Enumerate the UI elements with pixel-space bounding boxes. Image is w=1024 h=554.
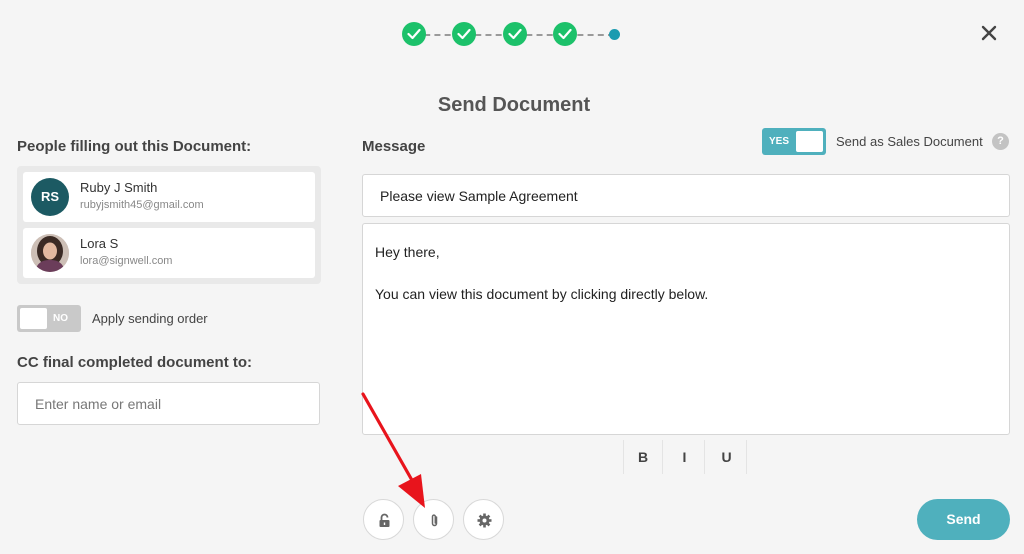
bold-button[interactable]: B	[623, 440, 663, 474]
toggle-knob	[20, 308, 47, 329]
step-complete-icon	[452, 22, 476, 46]
toggle-knob	[796, 131, 823, 152]
signer-name: Ruby J Smith	[80, 180, 158, 195]
list-item[interactable]: Lora S lora@signwell.com	[23, 228, 315, 278]
step-complete-icon	[402, 22, 426, 46]
avatar	[31, 234, 69, 272]
paperclip-icon	[431, 514, 438, 527]
sales-document-label: Send as Sales Document	[836, 134, 983, 149]
people-section-label: People filling out this Document:	[17, 138, 252, 155]
subject-input[interactable]	[362, 174, 1010, 217]
avatar-photo-icon	[31, 234, 69, 272]
step-complete-icon	[503, 22, 527, 46]
close-icon[interactable]	[978, 22, 1000, 44]
page-title: Send Document	[437, 94, 591, 116]
lock-icon	[379, 513, 390, 527]
signers-list: RS Ruby J Smith rubyjsmith45@gmail.com L…	[17, 166, 321, 284]
underline-button[interactable]: U	[707, 440, 747, 474]
message-line: Hey there,	[375, 244, 440, 260]
list-item[interactable]: RS Ruby J Smith rubyjsmith45@gmail.com	[23, 172, 315, 222]
sales-document-toggle[interactable]: YES	[762, 128, 826, 155]
step-complete-icon	[553, 22, 577, 46]
message-section-label: Message	[362, 138, 426, 155]
lock-button[interactable]	[363, 499, 404, 540]
help-icon[interactable]: ?	[992, 133, 1009, 150]
avatar: RS	[31, 178, 69, 216]
signer-email: lora@signwell.com	[80, 255, 173, 267]
message-body-editor[interactable]: Hey there, You can view this document by…	[362, 223, 1010, 435]
settings-button[interactable]	[463, 499, 504, 540]
gear-icon	[477, 513, 492, 528]
step-current-dot	[609, 29, 620, 40]
toggle-state-label: YES	[769, 136, 790, 147]
send-button[interactable]: Send	[917, 499, 1010, 540]
cc-section-label: CC final completed document to:	[17, 354, 253, 371]
sending-order-toggle[interactable]: NO	[17, 305, 81, 332]
signer-email: rubyjsmith45@gmail.com	[80, 199, 204, 211]
signer-name: Lora S	[80, 236, 119, 251]
toggle-state-label: NO	[53, 313, 68, 324]
message-line: You can view this document by clicking d…	[375, 286, 709, 302]
progress-stepper	[402, 22, 622, 48]
sending-order-label: Apply sending order	[92, 311, 208, 326]
cc-input[interactable]	[17, 382, 320, 425]
italic-button[interactable]: I	[665, 440, 705, 474]
attach-button[interactable]	[413, 499, 454, 540]
